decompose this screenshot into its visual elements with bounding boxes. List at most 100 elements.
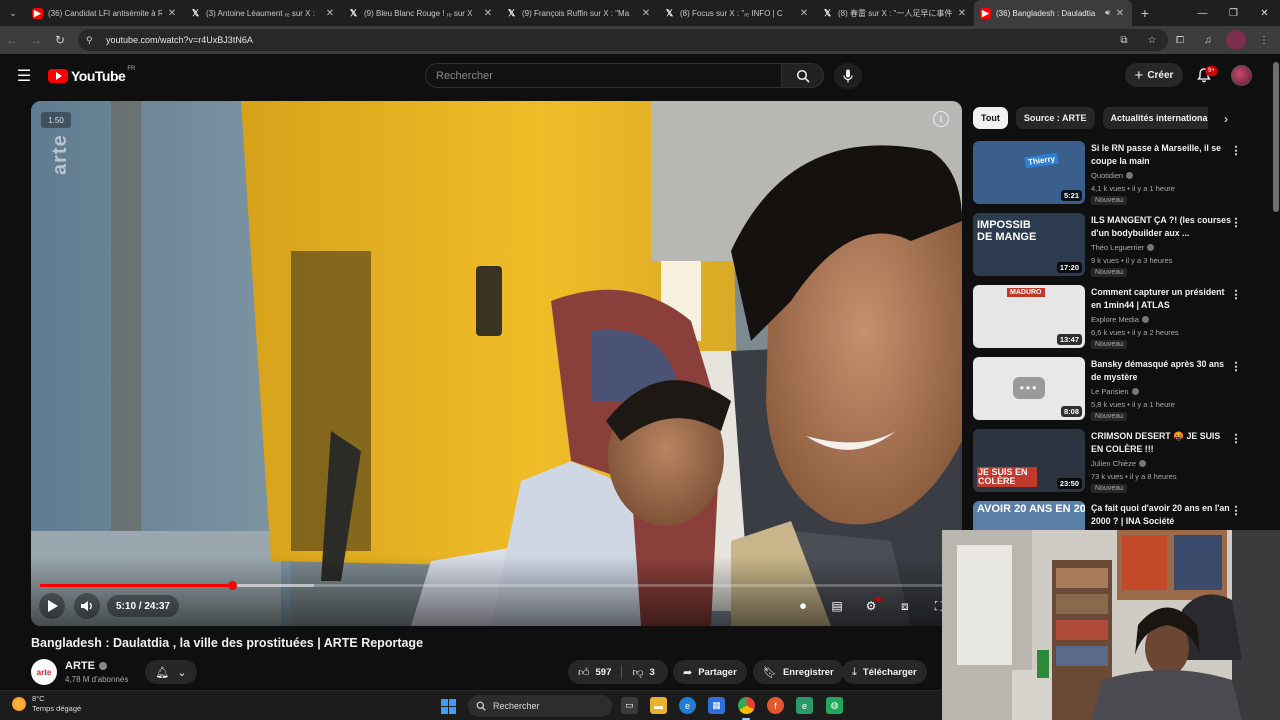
- recommendation-channel[interactable]: Explore Media: [1091, 315, 1149, 324]
- download-button[interactable]: ⤓ Télécharger: [842, 660, 927, 684]
- tab-close-icon[interactable]: ✕: [640, 8, 652, 19]
- recommendation-channel[interactable]: Quotidien: [1091, 171, 1134, 180]
- browser-menu-icon[interactable]: ⋮: [1254, 30, 1274, 50]
- search-icon[interactable]: [782, 63, 824, 88]
- recommendation-title[interactable]: Comment capturer un président en 1min44 …: [1091, 286, 1231, 311]
- browser-tab[interactable]: 𝕏 (9) François Ruffin sur X : "Ma ✕: [500, 0, 658, 26]
- browser-tab[interactable]: ▶ (36) Bangladesh : Dauladtia 🔊︎ ✕: [974, 0, 1132, 26]
- progress-scrubber-handle[interactable]: [227, 581, 237, 590]
- recommendation-thumbnail[interactable]: JE SUIS EN COLÈRE 23:50: [973, 429, 1085, 492]
- more-options-icon[interactable]: ⋮: [1231, 143, 1242, 157]
- tab-audio-icon[interactable]: 🔊︎: [1105, 8, 1110, 18]
- chrome-browser-icon[interactable]: [738, 697, 755, 714]
- install-app-icon[interactable]: ⧉: [1114, 30, 1134, 50]
- windows-start-icon[interactable]: [441, 699, 456, 714]
- recommendation-thumbnail[interactable]: ••• 8:08: [973, 357, 1085, 420]
- hamburger-menu-icon[interactable]: ☰: [14, 66, 34, 86]
- video-info-icon[interactable]: i: [933, 111, 949, 127]
- more-options-icon[interactable]: ⋮: [1231, 287, 1242, 301]
- address-bar[interactable]: ⚲ youtube.com/watch?v=r4UxBJ3tN6A: [78, 29, 1168, 51]
- taskbar-search[interactable]: Rechercher: [468, 695, 612, 717]
- recommendation-title[interactable]: ILS MANGENT ÇA ?! (les courses d'un body…: [1091, 214, 1231, 239]
- microphone-icon[interactable]: [834, 63, 862, 89]
- browser-tab[interactable]: 𝕏 (9) Bleu Blanc Rouge ! ᵣₑ sur X ✕: [342, 0, 500, 26]
- firefox-browser-icon[interactable]: f: [767, 697, 784, 714]
- recommendation-title[interactable]: Bansky démasqué après 30 ans de mystère: [1091, 358, 1231, 383]
- create-button[interactable]: + Créer: [1125, 63, 1183, 87]
- channel-avatar[interactable]: arte: [31, 659, 57, 685]
- new-tab-button[interactable]: +: [1132, 0, 1158, 26]
- chevron-right-icon[interactable]: ›: [1218, 110, 1234, 128]
- channel-name[interactable]: ARTE: [65, 660, 107, 672]
- store-icon[interactable]: ▦: [708, 697, 725, 714]
- recommendation-item[interactable]: ••• 8:08 Bansky démasqué après 30 ans de m…: [973, 357, 1243, 423]
- reload-icon[interactable]: ↻: [48, 28, 72, 52]
- miniplayer-icon[interactable]: ⧈: [893, 595, 917, 617]
- browser-tab[interactable]: 𝕏 (8) 春雷 sur X : "一人足早に事件 ✕: [816, 0, 974, 26]
- like-count[interactable]: 597: [596, 667, 612, 678]
- play-button[interactable]: [39, 593, 65, 619]
- filter-chip[interactable]: Source : ARTE: [1015, 107, 1095, 129]
- subscription-notifications-button[interactable]: 🔔︎ ⌄: [145, 660, 197, 684]
- save-button[interactable]: 🔖︎ Enregistrer: [753, 660, 844, 684]
- settings-gear-icon[interactable]: ⚙: [859, 595, 883, 617]
- volume-button[interactable]: [74, 593, 100, 619]
- share-button[interactable]: ➦ Partager: [673, 660, 747, 684]
- progress-bar[interactable]: [40, 581, 953, 590]
- browser-tab[interactable]: ▶ (36) Candidat LFI antisémite à R ✕: [26, 0, 184, 26]
- minimize-icon[interactable]: —: [1187, 0, 1218, 26]
- discord-like-app-icon[interactable]: ◍: [826, 697, 843, 714]
- more-options-icon[interactable]: ⋮: [1231, 215, 1242, 229]
- extensions-icon[interactable]: ⧠: [1170, 30, 1190, 50]
- weather-widget[interactable]: 8°C Temps dégagé: [12, 694, 81, 714]
- recommendation-item[interactable]: MADURO 13:47 Comment capturer un président…: [973, 285, 1243, 351]
- more-options-icon[interactable]: ⋮: [1231, 503, 1242, 517]
- account-avatar[interactable]: [1231, 65, 1252, 86]
- recommendation-thumbnail[interactable]: MADURO 13:47: [973, 285, 1085, 348]
- subtitles-icon[interactable]: ▤: [825, 595, 849, 617]
- video-player[interactable]: 1.50 arte i 5:10 / 24:37 ⏺ ▤ ⚙ ⧈ ⛶: [31, 101, 962, 626]
- filter-chip[interactable]: Tout: [973, 107, 1008, 129]
- recommendation-channel[interactable]: Julien Chièze: [1091, 459, 1147, 468]
- recommendation-item[interactable]: Thierry 5:21 Si le RN passe à Marseille, i…: [973, 141, 1243, 207]
- tab-close-icon[interactable]: ✕: [956, 8, 968, 19]
- more-options-icon[interactable]: ⋮: [1231, 431, 1242, 445]
- youtube-logo[interactable]: YouTube FR: [48, 66, 135, 85]
- back-icon[interactable]: ←: [0, 28, 24, 52]
- page-scrollbar[interactable]: [1273, 62, 1279, 212]
- recommendation-thumbnail[interactable]: Thierry 5:21: [973, 141, 1085, 204]
- recommendation-title[interactable]: CRIMSON DESERT 🤬 JE SUIS EN COLÈRE !!!: [1091, 430, 1231, 455]
- file-explorer-icon[interactable]: ▬: [650, 697, 667, 714]
- media-control-icon[interactable]: ♫: [1198, 30, 1218, 50]
- like-icon[interactable]: 👍︎: [578, 666, 590, 679]
- close-window-icon[interactable]: ✕: [1249, 0, 1280, 26]
- dislike-count[interactable]: 3: [650, 667, 655, 678]
- maximize-icon[interactable]: ❐: [1218, 0, 1249, 26]
- edge-dev-icon[interactable]: e: [796, 697, 813, 714]
- task-view-icon[interactable]: ▭: [621, 697, 638, 714]
- recommendation-title[interactable]: Si le RN passe à Marseille, il se coupe …: [1091, 142, 1231, 167]
- search-input[interactable]: Rechercher: [425, 63, 782, 88]
- tab-close-icon[interactable]: ✕: [482, 8, 494, 19]
- bookmark-star-icon[interactable]: ☆: [1142, 30, 1162, 50]
- recommendation-item[interactable]: JE SUIS EN COLÈRE 23:50 CRIMSON DESERT 🤬 J…: [973, 429, 1243, 495]
- tab-close-icon[interactable]: ✕: [324, 8, 336, 19]
- site-info-icon[interactable]: ⚲: [86, 35, 100, 46]
- browser-tab[interactable]: 𝕏 (3) Antoine Léaument ᵣₑ sur X : ✕: [184, 0, 342, 26]
- edge-browser-icon[interactable]: e: [679, 697, 696, 714]
- browser-profile-avatar[interactable]: [1226, 30, 1246, 50]
- forward-icon[interactable]: →: [24, 28, 48, 52]
- recommendation-channel[interactable]: Le Parisien: [1091, 387, 1139, 396]
- tab-search-icon[interactable]: ⌄: [0, 0, 26, 26]
- recommendation-thumbnail[interactable]: IMPOSSIB DE MANGE 17:20: [973, 213, 1085, 276]
- tab-close-icon[interactable]: ✕: [1114, 8, 1126, 19]
- autoplay-toggle-icon[interactable]: ⏺: [791, 595, 815, 617]
- recommendation-channel[interactable]: Théo Leguerrier: [1091, 243, 1155, 252]
- tab-close-icon[interactable]: ✕: [798, 8, 810, 19]
- tab-close-icon[interactable]: ✕: [166, 8, 178, 19]
- more-options-icon[interactable]: ⋮: [1231, 359, 1242, 373]
- browser-tab[interactable]: 𝕏 (8) Focus sur X : "ᵣₑ INFO | C ✕: [658, 0, 816, 26]
- dislike-icon[interactable]: 👎︎: [632, 666, 643, 679]
- filter-chip[interactable]: Actualités internationales: [1102, 107, 1208, 129]
- recommendation-item[interactable]: IMPOSSIB DE MANGE 17:20 ILS MANGENT ÇA ?! …: [973, 213, 1243, 279]
